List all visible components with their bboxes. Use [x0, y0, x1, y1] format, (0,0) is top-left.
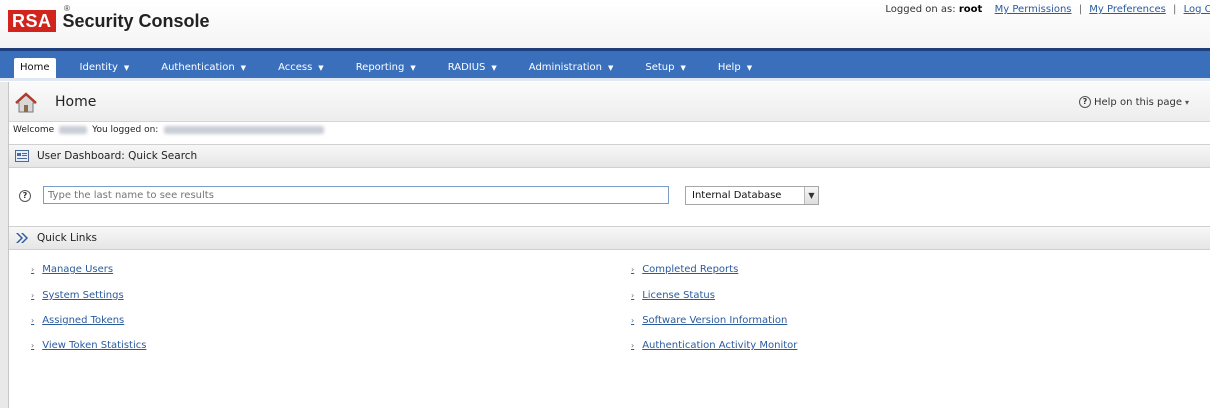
quick-search-title: User Dashboard: Quick Search [37, 150, 198, 162]
bullet-icon: › [31, 265, 35, 274]
link-label: System Settings [42, 290, 124, 301]
my-preferences-link[interactable]: My Preferences [1089, 4, 1166, 15]
quick-links-section-header: Quick Links [9, 226, 1210, 250]
nav-item-label: Help [717, 62, 741, 73]
nav-divider [0, 78, 1210, 81]
dropdown-arrow-icon: ▼ [746, 64, 753, 72]
rsa-logo: RSA ® Security Console [8, 4, 210, 32]
authentication-activity-monitor-link[interactable]: › Authentication Activity Monitor [631, 340, 797, 351]
link-label: Completed Reports [642, 264, 739, 275]
nav-item-reporting[interactable]: Reporting ▼ [340, 58, 432, 78]
caret-down-icon: ▾ [1184, 97, 1189, 107]
dropdown-arrow-icon: ▼ [607, 64, 614, 72]
header: RSA ® Security Console Logged on as: roo… [0, 0, 1210, 48]
quick-links-title: Quick Links [37, 232, 98, 244]
system-settings-link[interactable]: › System Settings [31, 290, 124, 301]
identity-source-select[interactable]: Internal Database ▼ [685, 186, 819, 205]
user-bar: Logged on as: root My Permissions | My P… [885, 4, 1210, 15]
help-on-page-label: Help on this page [1093, 96, 1182, 108]
dropdown-arrow-icon: ▼ [240, 64, 247, 72]
chevron-down-icon[interactable]: ▼ [804, 187, 818, 204]
nav-item-home[interactable]: Home [14, 58, 56, 78]
page-title: Home [55, 94, 97, 110]
redacted-username [59, 126, 88, 134]
link-label: Assigned Tokens [42, 315, 125, 326]
separator: | [1078, 4, 1083, 15]
dashboard-icon [15, 150, 29, 162]
bullet-icon: › [631, 291, 635, 300]
nav-item-label: Home [20, 62, 50, 73]
nav-item-label: Authentication [161, 62, 235, 73]
nav-item-help[interactable]: Help ▼ [702, 58, 768, 78]
welcome-line: Welcome You logged on: [13, 125, 325, 135]
license-status-link[interactable]: › License Status [631, 290, 715, 301]
bullet-icon: › [631, 265, 635, 274]
link-label: Authentication Activity Monitor [642, 340, 798, 351]
registered-icon: ® [64, 4, 70, 13]
identity-source-value: Internal Database [692, 190, 782, 201]
dropdown-arrow-icon: ▼ [410, 64, 416, 72]
nav-item-label: Administration [528, 62, 602, 73]
home-icon [15, 92, 37, 113]
main-nav: Home Identity ▼ Authentication ▼ Access ▼ Repor… [0, 48, 1210, 81]
link-label: Manage Users [42, 264, 114, 275]
nav-item-label: Reporting [355, 62, 405, 73]
logged-on-user: root [958, 4, 983, 15]
bullet-icon: › [31, 341, 35, 350]
nav-item-identity[interactable]: Identity ▼ [64, 58, 146, 78]
search-help-icon[interactable]: ? [19, 190, 31, 202]
rsa-logo-mark: RSA [8, 10, 56, 32]
bullet-icon: › [31, 291, 35, 300]
software-version-information-link[interactable]: › Software Version Information [631, 315, 787, 326]
left-gutter [0, 82, 8, 408]
dropdown-arrow-icon: ▼ [123, 64, 130, 72]
app-title: Security Console [62, 10, 210, 31]
dropdown-arrow-icon: ▼ [491, 64, 497, 72]
my-permissions-link[interactable]: My Permissions [995, 4, 1072, 15]
bullet-icon: › [31, 316, 35, 325]
completed-reports-link[interactable]: › Completed Reports [631, 264, 738, 275]
logged-on-text: You logged on: [92, 125, 159, 135]
nav-item-label: Access [278, 62, 313, 73]
nav-item-setup[interactable]: Setup ▼ [629, 58, 702, 78]
page-header: Home ? Help on this page ▾ [9, 82, 1210, 122]
nav-item-label: Setup [645, 62, 675, 73]
double-chevron-right-icon [16, 233, 28, 243]
link-label: Software Version Information [642, 315, 788, 326]
nav-item-administration[interactable]: Administration ▼ [513, 58, 630, 78]
manage-users-link[interactable]: › Manage Users [31, 264, 113, 275]
quick-search-row: ? Internal Database ▼ [9, 182, 1210, 212]
page-content: Home ? Help on this page ▾ Welcome You l… [8, 82, 1210, 408]
nav-item-label: Identity [79, 62, 118, 73]
help-on-page-menu[interactable]: ? Help on this page ▾ [1078, 96, 1189, 108]
dropdown-arrow-icon: ▼ [318, 64, 324, 72]
bullet-icon: › [631, 316, 635, 325]
nav-item-label: RADIUS [447, 62, 486, 73]
quick-search-section-header: User Dashboard: Quick Search [9, 144, 1210, 168]
bullet-icon: › [631, 341, 635, 350]
nav-item-access[interactable]: Access ▼ [262, 58, 340, 78]
view-token-statistics-link[interactable]: › View Token Statistics [31, 340, 146, 351]
nav-item-authentication[interactable]: Authentication ▼ [145, 58, 262, 78]
assigned-tokens-link[interactable]: › Assigned Tokens [31, 315, 124, 326]
nav-menu: Home Identity ▼ Authentication ▼ Access ▼ Repor… [0, 51, 768, 78]
last-name-search-input[interactable] [43, 186, 669, 204]
security-console-app: RSA ® Security Console Logged on as: roo… [0, 0, 1210, 408]
redacted-login-date [164, 126, 325, 134]
link-label: View Token Statistics [42, 340, 147, 351]
help-icon: ? [1078, 96, 1091, 108]
logged-on-label: Logged on as: [885, 4, 956, 15]
separator: | [1173, 4, 1177, 15]
link-label: License Status [642, 290, 715, 301]
welcome-label: Welcome [13, 125, 55, 135]
dropdown-arrow-icon: ▼ [680, 64, 686, 72]
log-off-link[interactable]: Log Of [1184, 4, 1210, 15]
nav-item-radius[interactable]: RADIUS ▼ [432, 58, 513, 78]
